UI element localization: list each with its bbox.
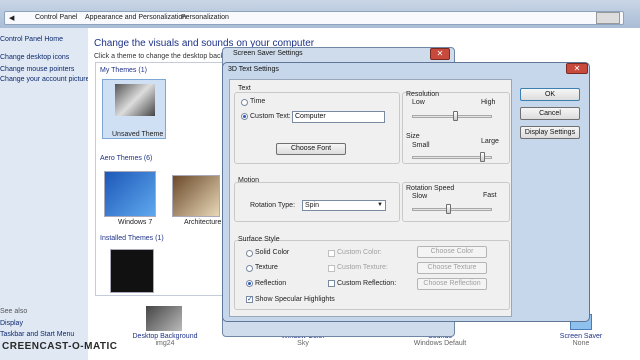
text-group-label: Text bbox=[238, 85, 251, 92]
rotation-type-label: Rotation Type: bbox=[250, 202, 296, 209]
size-large-label: Large bbox=[481, 138, 499, 145]
bottom-desktop-background[interactable]: Desktop Background img24 bbox=[130, 333, 200, 347]
custom-text-input[interactable]: Computer bbox=[292, 111, 385, 123]
breadcrumb-control-panel[interactable]: Control Panel bbox=[35, 14, 77, 21]
resolution-label: Resolution bbox=[406, 91, 440, 98]
reflection-radio[interactable] bbox=[246, 280, 253, 287]
resolution-low-label: Low bbox=[412, 99, 425, 106]
theme-unsaved[interactable] bbox=[102, 79, 166, 139]
solid-color-radio[interactable] bbox=[246, 250, 253, 257]
resolution-slider-thumb[interactable] bbox=[453, 111, 459, 121]
cancel-button[interactable]: Cancel bbox=[520, 107, 580, 120]
choose-texture-button[interactable]: Choose Texture bbox=[417, 262, 487, 274]
group-my-themes: My Themes (1) bbox=[100, 67, 147, 74]
surface-style-label: Surface Style bbox=[238, 236, 280, 243]
rotation-type-select[interactable]: Spin ▼ bbox=[302, 200, 386, 211]
link-control-panel-home[interactable]: Control Panel Home bbox=[0, 36, 63, 43]
size-small-label: Small bbox=[412, 142, 430, 149]
rotation-speed-label: Rotation Speed bbox=[406, 185, 455, 192]
rotation-type-value: Spin bbox=[305, 202, 320, 209]
choose-reflection-button[interactable]: Choose Reflection bbox=[417, 278, 487, 290]
size-label: Size bbox=[406, 133, 420, 140]
breadcrumb-appearance[interactable]: Appearance and Personalization bbox=[85, 14, 186, 21]
link-change-mouse-pointers[interactable]: Change mouse pointers bbox=[0, 66, 74, 73]
theme-list[interactable]: My Themes (1) Unsaved Theme Aero Themes … bbox=[95, 62, 225, 296]
resolution-high-label: High bbox=[481, 99, 496, 106]
choose-color-button[interactable]: Choose Color bbox=[417, 246, 487, 258]
bottom-screen-saver[interactable]: Screen Saver None bbox=[546, 333, 616, 347]
label-architecture: Architecture bbox=[184, 219, 222, 226]
left-pane: Control Panel Home Change desktop icons … bbox=[0, 28, 90, 360]
screencast-watermark: CREENCAST-O-MATIC bbox=[2, 341, 118, 352]
motion-label: Motion bbox=[238, 177, 260, 184]
group-aero-themes: Aero Themes (6) bbox=[100, 155, 153, 162]
rotation-speed-fast-label: Fast bbox=[483, 192, 497, 199]
label-windows7: Windows 7 bbox=[118, 219, 153, 226]
size-slider-thumb[interactable] bbox=[479, 152, 485, 162]
link-taskbar[interactable]: Taskbar and Start Menu bbox=[0, 331, 74, 338]
specular-highlights-label: Show Specular Highlights bbox=[255, 296, 335, 303]
screen-saver-window-title: Screen Saver Settings bbox=[233, 50, 303, 57]
resolution-slider[interactable] bbox=[412, 115, 492, 118]
desktop-background-icon[interactable] bbox=[146, 306, 182, 331]
screen-saver-close-button[interactable]: ✕ bbox=[430, 48, 450, 60]
custom-text-radio[interactable] bbox=[241, 113, 248, 120]
dialog-close-button[interactable]: ✕ bbox=[566, 63, 588, 74]
display-settings-button[interactable]: Display Settings bbox=[520, 126, 580, 139]
custom-texture-checkbox[interactable] bbox=[328, 265, 335, 272]
back-arrow-icon[interactable]: ◀ bbox=[9, 14, 14, 22]
search-box[interactable] bbox=[596, 12, 620, 24]
chevron-down-icon: ▼ bbox=[377, 202, 383, 208]
link-change-account-picture[interactable]: Change your account picture bbox=[0, 76, 90, 83]
link-display[interactable]: Display bbox=[0, 320, 23, 327]
theme-installed[interactable] bbox=[110, 249, 154, 293]
custom-reflection-checkbox[interactable] bbox=[328, 280, 335, 287]
reflection-label: Reflection bbox=[255, 280, 287, 287]
group-installed-themes: Installed Themes (1) bbox=[100, 235, 164, 242]
ok-button[interactable]: OK bbox=[520, 88, 580, 101]
custom-reflection-label: Custom Reflection: bbox=[337, 280, 397, 287]
dialog-title: 3D Text Settings bbox=[228, 66, 279, 73]
rotation-speed-slow-label: Slow bbox=[412, 193, 428, 200]
specular-highlights-checkbox[interactable]: ✓ bbox=[246, 296, 253, 303]
texture-radio[interactable] bbox=[246, 265, 253, 272]
rotation-speed-slider[interactable] bbox=[412, 208, 492, 211]
time-label: Time bbox=[250, 98, 266, 105]
rotation-speed-slider-thumb[interactable] bbox=[445, 204, 451, 214]
address-bar[interactable]: ◀ Control Panel Appearance and Personali… bbox=[4, 11, 624, 25]
solid-color-label: Solid Color bbox=[255, 249, 290, 256]
time-radio[interactable] bbox=[241, 99, 248, 106]
label-unsaved-theme: Unsaved Theme bbox=[112, 131, 164, 138]
see-also-heading: See also bbox=[0, 308, 28, 315]
custom-color-label: Custom Color: bbox=[337, 249, 382, 256]
link-change-desktop-icons[interactable]: Change desktop icons bbox=[0, 54, 69, 61]
unsaved-theme-preview bbox=[115, 84, 155, 116]
custom-color-checkbox[interactable] bbox=[328, 250, 335, 257]
choose-font-button[interactable]: Choose Font bbox=[276, 143, 346, 155]
custom-texture-label: Custom Texture: bbox=[337, 264, 388, 271]
custom-text-label: Custom Text: bbox=[250, 113, 291, 120]
breadcrumb-personalization[interactable]: Personalization bbox=[181, 14, 229, 21]
theme-windows7[interactable] bbox=[104, 171, 156, 217]
texture-label: Texture bbox=[255, 264, 278, 271]
theme-architecture[interactable] bbox=[172, 175, 220, 217]
